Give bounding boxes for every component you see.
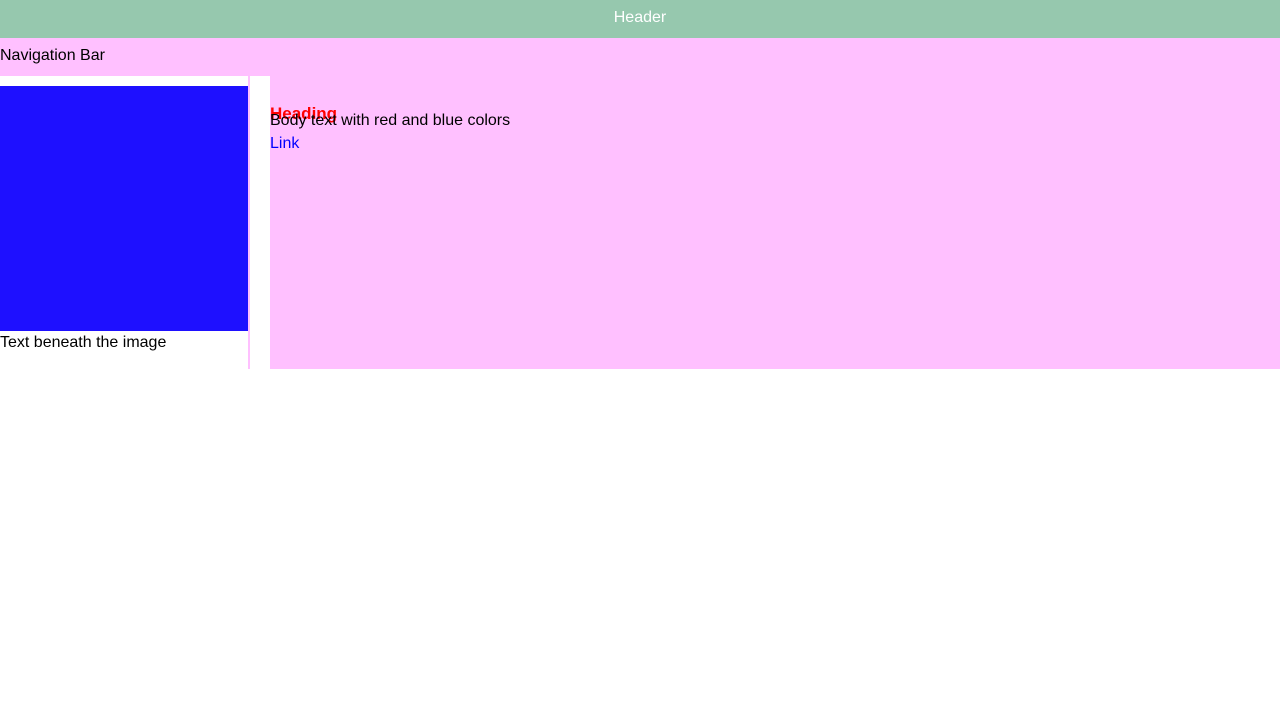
sidebar: Text beneath the image [0,76,248,369]
column-gutter [250,76,270,369]
content-area: Navigation Bar Text beneath the image He… [0,38,1280,369]
sidebar-image [0,86,248,331]
header-title: Header [613,9,667,26]
navigation-bar[interactable]: Navigation Bar [0,38,105,76]
navigation-bar-label: Navigation Bar [0,47,105,64]
body-text: Body text with red and blue colors [270,112,511,129]
content-link[interactable]: Link [270,134,299,154]
image-caption: Text beneath the image [0,334,167,351]
page-header: Header [0,0,1280,38]
